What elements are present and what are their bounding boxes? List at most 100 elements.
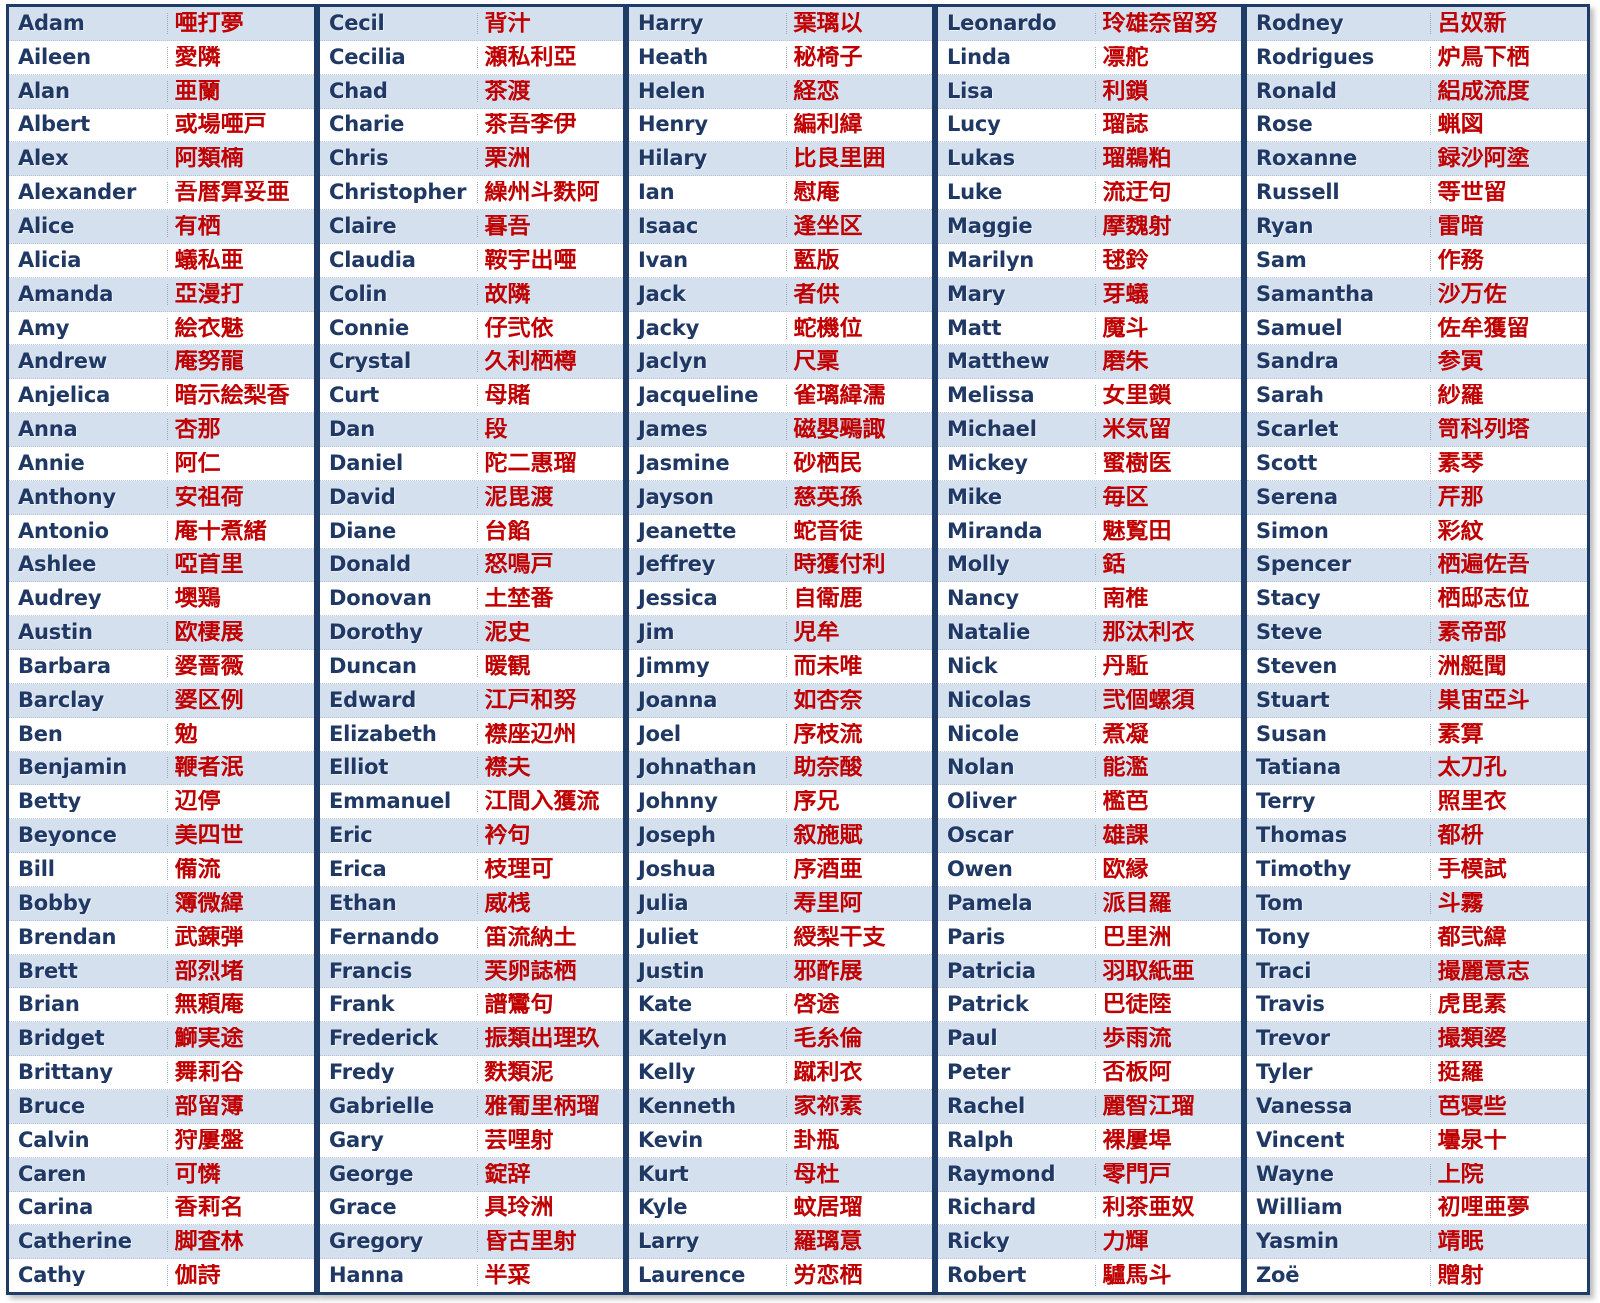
table-row[interactable]: Rose 蝋図 <box>1247 108 1587 143</box>
table-row[interactable]: Scarlet 笥科列塔 <box>1247 413 1587 447</box>
table-row[interactable]: Terry 照里衣 <box>1247 785 1587 820</box>
table-row[interactable]: Christopher 繰州斗麩阿 <box>320 176 623 211</box>
table-row[interactable]: Amanda 亞漫打 <box>9 277 314 312</box>
table-row[interactable]: Erica 枝理可 <box>320 853 623 887</box>
table-row[interactable]: Ben 勉 <box>9 717 314 752</box>
table-row[interactable]: Tatiana 太刀孔 <box>1247 751 1587 786</box>
table-row[interactable]: Barbara 婆蔷薇 <box>9 650 314 684</box>
table-row[interactable]: Wayne 上院 <box>1247 1157 1587 1192</box>
table-row[interactable]: Caren 可憐 <box>9 1157 314 1192</box>
table-row[interactable]: Vanessa 芭寝些 <box>1247 1090 1587 1124</box>
table-row[interactable]: Stacy 栖邸志位 <box>1247 582 1587 617</box>
table-row[interactable]: Linda 凛舵 <box>938 40 1241 75</box>
table-row[interactable]: Kate 啓途 <box>629 988 932 1023</box>
table-row[interactable]: Diane 台餡 <box>320 514 623 549</box>
table-row[interactable]: William 初哩亜夢 <box>1247 1191 1587 1226</box>
table-row[interactable]: Duncan 暖観 <box>320 650 623 684</box>
table-row[interactable]: Ronald 絽成流度 <box>1247 74 1587 109</box>
table-row[interactable]: Ivan 藍版 <box>629 243 932 278</box>
table-row[interactable]: Lukas 瑠鵜粕 <box>938 142 1241 177</box>
table-row[interactable]: Frederick 振類出理玖 <box>320 1022 623 1057</box>
table-row[interactable]: Raymond 零門戸 <box>938 1157 1241 1192</box>
table-row[interactable]: Pamela 派目羅 <box>938 886 1241 921</box>
table-row[interactable]: Oliver 檻芭 <box>938 785 1241 820</box>
table-row[interactable]: Trevor 撮類婆 <box>1247 1022 1587 1057</box>
table-row[interactable]: Anthony 安祖荷 <box>9 480 314 515</box>
table-row[interactable]: Larry 羅璃意 <box>629 1225 932 1260</box>
table-row[interactable]: Brian 無頼庵 <box>9 988 314 1023</box>
table-row[interactable]: Ryan 雷暗 <box>1247 210 1587 244</box>
table-row[interactable]: Frank 譜鸞句 <box>320 988 623 1023</box>
table-row[interactable]: Claudia 鞍宇出唖 <box>320 243 623 278</box>
table-row[interactable]: Cecilia 瀬私利亞 <box>320 40 623 75</box>
table-row[interactable]: Hanna 半菜 <box>320 1259 623 1292</box>
table-row[interactable]: Owen 欧縁 <box>938 853 1241 887</box>
table-row[interactable]: Samuel 佐牟獲留 <box>1247 311 1587 346</box>
table-row[interactable]: Kurt 母杜 <box>629 1157 932 1192</box>
table-row[interactable]: Ian 慰庵 <box>629 176 932 211</box>
table-row[interactable]: Justin 邪酢展 <box>629 954 932 989</box>
table-row[interactable]: Melissa 女里鎖 <box>938 379 1241 414</box>
table-row[interactable]: Helen 経恋 <box>629 74 932 109</box>
table-row[interactable]: Molly 銛 <box>938 548 1241 583</box>
table-row[interactable]: Miranda 魅覧田 <box>938 514 1241 549</box>
table-row[interactable]: Sam 作務 <box>1247 243 1587 278</box>
table-row[interactable]: Beyonce 美四世 <box>9 819 314 854</box>
table-row[interactable]: Mike 毎区 <box>938 480 1241 515</box>
table-row[interactable]: Tom 斗霧 <box>1247 886 1587 921</box>
table-row[interactable]: Steven 洲艇聞 <box>1247 650 1587 684</box>
table-row[interactable]: Bill 備流 <box>9 853 314 887</box>
table-row[interactable]: Yasmin 靖眠 <box>1247 1225 1587 1260</box>
table-row[interactable]: Ralph 裸屢埠 <box>938 1123 1241 1158</box>
table-row[interactable]: Nolan 能濫 <box>938 751 1241 786</box>
table-row[interactable]: Gary 芸哩射 <box>320 1123 623 1158</box>
table-row[interactable]: Jacqueline 雀璃緯濡 <box>629 379 932 414</box>
table-row[interactable]: Gregory 昏古里射 <box>320 1225 623 1260</box>
table-row[interactable]: Bruce 部留薄 <box>9 1090 314 1124</box>
table-row[interactable]: Colin 故隣 <box>320 277 623 312</box>
table-row[interactable]: Matthew 磨朱 <box>938 345 1241 380</box>
table-row[interactable]: Russell 等世留 <box>1247 176 1587 211</box>
table-row[interactable]: Chad 茶渡 <box>320 74 623 109</box>
table-row[interactable]: Kevin 卦瓶 <box>629 1123 932 1158</box>
table-row[interactable]: Cecil 背汁 <box>320 7 623 41</box>
table-row[interactable]: Bobby 簿微緯 <box>9 886 314 921</box>
table-row[interactable]: Grace 具玲洲 <box>320 1191 623 1226</box>
table-row[interactable]: Vincent 壜泉十 <box>1247 1123 1587 1158</box>
table-row[interactable]: Andrew 庵努龍 <box>9 345 314 380</box>
table-row[interactable]: Benjamin 鞭者泯 <box>9 751 314 786</box>
table-row[interactable]: Michael 米気留 <box>938 413 1241 447</box>
table-row[interactable]: Dorothy 泥史 <box>320 616 623 651</box>
table-row[interactable]: Betty 辺停 <box>9 785 314 820</box>
table-row[interactable]: Juliet 綬梨干支 <box>629 920 932 955</box>
table-row[interactable]: Jayson 慈英孫 <box>629 480 932 515</box>
table-row[interactable]: Francis 芙卵誌栖 <box>320 954 623 989</box>
table-row[interactable]: Serena 芹那 <box>1247 480 1587 515</box>
table-row[interactable]: Jeffrey 時獲付利 <box>629 548 932 583</box>
table-row[interactable]: Gabrielle 雅葡里柄瑠 <box>320 1090 623 1124</box>
table-row[interactable]: Steve 素帝部 <box>1247 616 1587 651</box>
table-row[interactable]: Jessica 自衛鹿 <box>629 582 932 617</box>
table-row[interactable]: Johnathan 助奈酸 <box>629 751 932 786</box>
table-row[interactable]: Curt 母賭 <box>320 379 623 414</box>
table-row[interactable]: Nicole 煮凝 <box>938 717 1241 752</box>
table-row[interactable]: George 錠辞 <box>320 1157 623 1192</box>
table-row[interactable]: Marilyn 毬鈴 <box>938 243 1241 278</box>
table-row[interactable]: Joanna 如杏奈 <box>629 683 932 718</box>
table-row[interactable]: Eric 衿句 <box>320 819 623 854</box>
table-row[interactable]: Donald 怒鳴戸 <box>320 548 623 583</box>
table-row[interactable]: Henry 編利緯 <box>629 108 932 143</box>
table-row[interactable]: Paris 巴里洲 <box>938 920 1241 955</box>
table-row[interactable]: Rodney 呂奴新 <box>1247 7 1587 41</box>
table-row[interactable]: Jim 児牟 <box>629 616 932 651</box>
table-row[interactable]: Leonardo 玲雄奈留努 <box>938 7 1241 41</box>
table-row[interactable]: Fernando 笛流納土 <box>320 920 623 955</box>
table-row[interactable]: Hilary 比良里囲 <box>629 142 932 177</box>
table-row[interactable]: Joseph 叙施賦 <box>629 819 932 854</box>
table-row[interactable]: Rodrigues 炉鳥下栖 <box>1247 40 1587 75</box>
table-row[interactable]: Audrey 墺鶏 <box>9 582 314 617</box>
table-row[interactable]: David 泥毘渡 <box>320 480 623 515</box>
table-row[interactable]: Alice 有栖 <box>9 210 314 244</box>
table-row[interactable]: Mickey 蜜樹医 <box>938 446 1241 481</box>
table-row[interactable]: Brett 部烈堵 <box>9 954 314 989</box>
